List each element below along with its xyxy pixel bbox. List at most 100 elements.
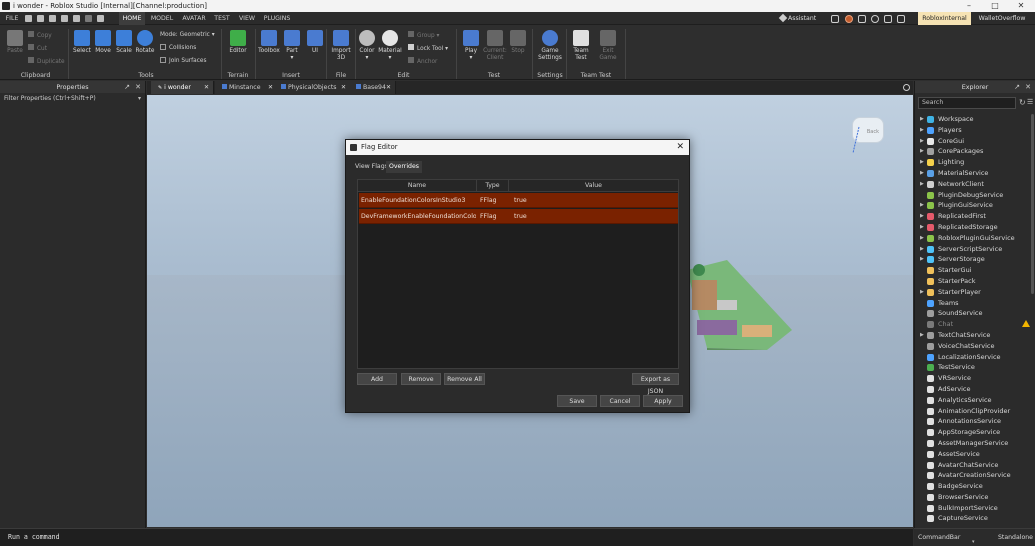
scale-button[interactable]: Scale	[114, 30, 134, 55]
gear-icon[interactable]	[903, 84, 910, 91]
explorer-item[interactable]: BadgeService	[915, 481, 1035, 492]
maximize-icon[interactable]: □	[982, 0, 1008, 12]
save-button[interactable]: Save	[557, 395, 597, 407]
add-button[interactable]: Add	[357, 373, 397, 385]
terrain-editor-button[interactable]: Editor	[226, 30, 250, 55]
explorer-item[interactable]: VRService	[915, 373, 1035, 384]
explorer-item[interactable]: Teams	[915, 298, 1035, 309]
explorer-item[interactable]: ▶ TextChatService	[915, 330, 1035, 341]
select-button[interactable]: Select	[72, 30, 92, 55]
team-test-button[interactable]: Team Test	[569, 30, 593, 62]
expand-arrow-icon[interactable]: ▶	[920, 330, 924, 341]
menu-plugins[interactable]: PLUGINS	[261, 12, 293, 25]
minimize-icon[interactable]: –	[956, 0, 982, 12]
publish-icon[interactable]	[37, 15, 44, 22]
explorer-search-input[interactable]: Search	[918, 97, 1016, 109]
expand-arrow-icon[interactable]: ▶	[920, 168, 924, 179]
explorer-item[interactable]: ▶ Lighting	[915, 157, 1035, 168]
explorer-item[interactable]: AvatarChatService	[915, 460, 1035, 471]
explorer-item[interactable]: AnalyticsService	[915, 395, 1035, 406]
explorer-item[interactable]: ▶ MaterialService	[915, 168, 1035, 179]
menu-avatar[interactable]: AVATAR	[180, 12, 208, 25]
part-button[interactable]: Part ▾	[283, 30, 301, 62]
import-3d-button[interactable]: Import 3D	[330, 30, 352, 62]
expand-arrow-icon[interactable]: ▶	[920, 200, 924, 211]
remove-all-button[interactable]: Remove All	[444, 373, 485, 385]
explorer-item[interactable]: Chat	[915, 319, 1035, 330]
explorer-item[interactable]: ▶ Players	[915, 125, 1035, 136]
column-header-name[interactable]: Name	[358, 180, 477, 192]
game-settings-button[interactable]: Game Settings	[536, 30, 564, 62]
tab-overrides[interactable]: Overrides	[386, 161, 422, 173]
stop-button[interactable]: Stop	[508, 30, 528, 55]
share-icon[interactable]	[831, 15, 839, 23]
explorer-item[interactable]: ▶ NetworkClient	[915, 179, 1035, 190]
paste-button[interactable]: Paste	[5, 30, 25, 55]
properties-filter-input[interactable]: Filter Properties (Ctrl+Shift+P)	[0, 93, 145, 104]
assistant-button[interactable]: Assistant	[788, 12, 816, 25]
expand-arrow-icon[interactable]: ▶	[920, 222, 924, 233]
color-button[interactable]: Color ▾	[357, 30, 377, 62]
user-name[interactable]: WalletOverflow	[975, 12, 1029, 25]
explorer-item[interactable]: AvatarCreationService	[915, 470, 1035, 481]
explorer-item[interactable]: StarterPack	[915, 276, 1035, 287]
explorer-item[interactable]: AnnotationsService	[915, 416, 1035, 427]
column-header-value[interactable]: Value	[509, 180, 678, 192]
explorer-item[interactable]: AdService	[915, 384, 1035, 395]
material-button[interactable]: Material ▾	[378, 30, 402, 62]
open-icon[interactable]	[73, 15, 80, 22]
explorer-item[interactable]: AnimationClipProvider	[915, 406, 1035, 417]
tab-minstance[interactable]: Minstance ✕	[215, 81, 278, 94]
remove-button[interactable]: Remove	[401, 373, 441, 385]
table-row[interactable]: DevFrameworkEnableFoundationColors3 FFla…	[359, 209, 678, 224]
undo-icon[interactable]	[49, 15, 56, 22]
account-badge[interactable]: RobloxInternal	[918, 12, 971, 25]
flag-value-cell[interactable]: true	[514, 193, 674, 208]
table-row[interactable]: EnableFoundationColorsInStudio3 FFlag tr…	[359, 193, 678, 208]
tab-i-wonder[interactable]: ✎ i wonder ✕	[151, 81, 214, 94]
explorer-item[interactable]: ▶ ServerScriptService	[915, 244, 1035, 255]
help-icon[interactable]	[871, 15, 879, 23]
join-surfaces-toggle[interactable]: Join Surfaces	[160, 57, 207, 65]
cut-button[interactable]: Cut	[28, 44, 47, 53]
explorer-item[interactable]: BrowserService	[915, 492, 1035, 503]
menu-view[interactable]: VIEW	[236, 12, 258, 25]
rotate-button[interactable]: Rotate	[135, 30, 155, 55]
expand-arrow-icon[interactable]: ▶	[920, 136, 924, 147]
chevron-down-icon[interactable]: ▾	[138, 95, 141, 102]
expand-arrow-icon[interactable]: ▶	[920, 179, 924, 190]
explorer-item[interactable]: VoiceChatService	[915, 341, 1035, 352]
tab-physicalobjects[interactable]: PhysicalObjects ✕	[274, 81, 351, 94]
refresh-icon[interactable]: ↻	[1019, 98, 1026, 107]
tab-close-icon[interactable]: ✕	[268, 81, 273, 94]
explorer-item[interactable]: ▶ Workspace	[915, 114, 1035, 125]
menu-file[interactable]: FILE	[3, 12, 21, 25]
expand-arrow-icon[interactable]: ▶	[920, 114, 924, 125]
explorer-item[interactable]: ▶ ReplicatedStorage	[915, 222, 1035, 233]
lock-tool-button[interactable]: Lock Tool ▾	[408, 44, 448, 53]
collisions-checkbox[interactable]	[160, 44, 166, 50]
join-surfaces-checkbox[interactable]	[160, 57, 166, 63]
toolbox-button[interactable]: Toolbox	[257, 30, 281, 55]
close-icon[interactable]: ✕	[676, 140, 684, 155]
explorer-item[interactable]: BulkImportService	[915, 503, 1035, 514]
expand-arrow-icon[interactable]: ▶	[920, 146, 924, 157]
menu-icon[interactable]: ☰	[1027, 98, 1033, 106]
avatar[interactable]	[845, 15, 853, 23]
explorer-item[interactable]: ▶ ServerStorage	[915, 254, 1035, 265]
undock-icon[interactable]: ↗	[1014, 81, 1020, 93]
move-button[interactable]: Move	[93, 30, 113, 55]
play-button[interactable]: Play ▾	[460, 30, 482, 62]
expand-arrow-icon[interactable]: ▶	[920, 125, 924, 136]
explorer-item[interactable]: StarterGui	[915, 265, 1035, 276]
expand-arrow-icon[interactable]: ▶	[920, 157, 924, 168]
chevron-down-icon[interactable]: ▾	[972, 534, 975, 546]
explorer-scrollbar[interactable]	[1031, 114, 1034, 294]
group-button[interactable]: Group ▾	[408, 31, 439, 40]
expand-arrow-icon[interactable]: ▶	[920, 233, 924, 244]
explorer-item[interactable]: PluginDebugService	[915, 190, 1035, 201]
tab-close-icon[interactable]: ✕	[386, 81, 391, 94]
explorer-item[interactable]: TestService	[915, 362, 1035, 373]
explorer-item[interactable]: ▶ CorePackages	[915, 146, 1035, 157]
explorer-item[interactable]: CaptureService	[915, 513, 1035, 524]
